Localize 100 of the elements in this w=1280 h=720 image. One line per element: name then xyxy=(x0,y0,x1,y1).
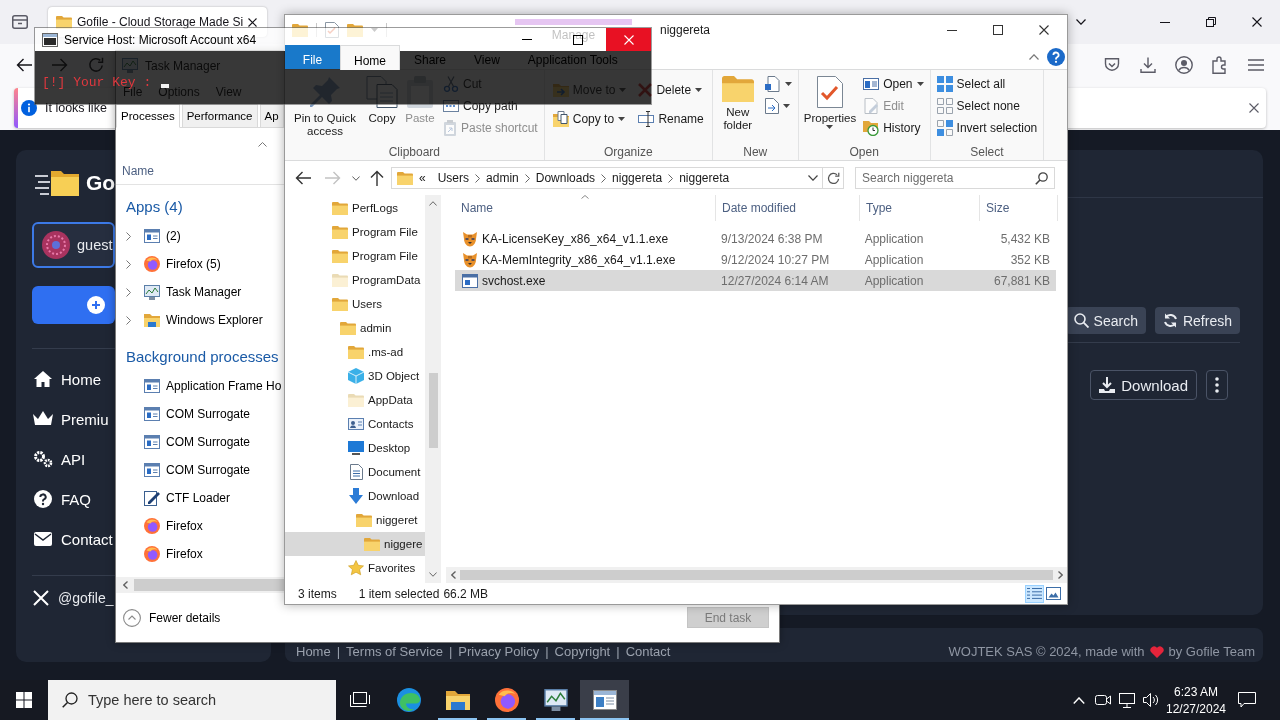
file-row[interactable]: KA-LicenseKey_x86_x64_v1.1.exe 9/13/2024 6:38 PM Application 5,432 KB xyxy=(455,228,1056,249)
action-button[interactable]: Refresh xyxy=(1154,307,1240,334)
account-icon[interactable] xyxy=(1175,56,1193,74)
task-view-icon[interactable] xyxy=(350,692,370,708)
speech-bubble-icon[interactable] xyxy=(1238,692,1256,708)
footer-link[interactable]: Terms of Service xyxy=(346,644,443,659)
chevron-down-icon[interactable] xyxy=(808,175,818,181)
scrollbar-thumb[interactable] xyxy=(428,373,438,448)
menu-icon[interactable] xyxy=(1248,59,1264,71)
tree-item[interactable]: admin xyxy=(285,316,425,340)
ribbon-button[interactable]: Select none xyxy=(933,95,1041,117)
tree-item[interactable]: .ms-ad xyxy=(285,340,425,364)
chevron-right-icon[interactable] xyxy=(524,173,530,183)
tab[interactable]: Processes xyxy=(116,104,180,128)
scrollbar-thumb[interactable] xyxy=(134,579,284,591)
ribbon-button[interactable]: Properties xyxy=(801,76,859,143)
close-icon[interactable] xyxy=(1249,103,1259,113)
column-header[interactable]: Type xyxy=(866,201,892,215)
tree-item[interactable]: Program File xyxy=(285,220,425,244)
tree-item[interactable]: Contacts xyxy=(285,412,425,436)
ribbon-button[interactable]: Copy to xyxy=(547,104,632,133)
expand-chevron-icon[interactable] xyxy=(125,315,131,325)
tree-item[interactable]: PerfLogs xyxy=(285,196,425,220)
close-icon[interactable] xyxy=(1039,25,1049,35)
tree-item[interactable]: niggeret xyxy=(285,508,425,532)
ribbon-button[interactable]: New folder xyxy=(715,76,760,143)
address-bar[interactable]: « Users admin Downloads niggereta niggereta xyxy=(391,167,823,189)
file-row[interactable]: svchost.exe 12/27/2024 6:14 AM Application 67,881 KB xyxy=(455,270,1056,291)
social-link[interactable]: @gofile_ xyxy=(32,587,114,609)
scroll-right-icon[interactable] xyxy=(1057,571,1063,579)
column-header[interactable]: Name xyxy=(122,164,154,178)
maximize-icon[interactable] xyxy=(993,25,1003,35)
footer-link[interactable]: Copyright xyxy=(554,644,611,659)
minimize-icon[interactable] xyxy=(521,39,532,40)
nav-link[interactable]: Premiu xyxy=(32,399,109,439)
expand-chevron-icon[interactable] xyxy=(125,259,131,269)
shield-icon[interactable] xyxy=(1104,57,1120,73)
scroll-left-icon[interactable] xyxy=(450,571,456,579)
ribbon-tab[interactable]: File xyxy=(285,45,340,69)
tree-item[interactable]: Favorites xyxy=(285,556,425,580)
breadcrumb[interactable]: niggereta xyxy=(606,171,669,185)
puzzle-icon[interactable] xyxy=(1212,56,1228,74)
restore-icon[interactable] xyxy=(1206,17,1216,27)
tree-item[interactable]: Download xyxy=(285,484,425,508)
chevron-right-icon[interactable] xyxy=(475,173,481,183)
breadcrumb[interactable]: Users xyxy=(431,171,476,185)
monitor-outline-icon[interactable] xyxy=(1119,692,1135,708)
column-header[interactable]: Date modified xyxy=(722,201,797,215)
search-field[interactable]: Type here to search xyxy=(48,680,336,720)
close-icon[interactable] xyxy=(1252,17,1262,27)
scroll-up-icon[interactable] xyxy=(429,201,437,206)
nav-link[interactable]: Home xyxy=(32,359,101,399)
scrollbar-thumb[interactable] xyxy=(460,570,1053,580)
camera-icon[interactable] xyxy=(1095,693,1111,707)
ribbon-button[interactable]: Select all xyxy=(933,73,1041,95)
ribbon-tab[interactable]: Home xyxy=(340,45,400,70)
scroll-left-icon[interactable] xyxy=(122,581,128,589)
view-button[interactable] xyxy=(1025,584,1044,603)
expand-chevron-icon[interactable] xyxy=(125,231,131,241)
tree-item[interactable]: AppData xyxy=(285,388,425,412)
expand-chevron-icon[interactable] xyxy=(125,287,131,297)
nav-link[interactable]: API xyxy=(32,439,86,479)
taskbar-button[interactable] xyxy=(580,680,629,720)
tree-item[interactable]: niggere xyxy=(285,532,425,556)
more-button[interactable] xyxy=(1206,370,1228,400)
file-row[interactable]: KA-MemIntegrity_x86_x64_v1.1.exe 9/12/2024 10:27 PM Application 352 KB xyxy=(455,249,1056,270)
tree-item[interactable]: Desktop xyxy=(285,436,425,460)
footer-link[interactable]: Contact xyxy=(625,644,671,659)
breadcrumb[interactable]: niggereta xyxy=(673,171,736,185)
tree-item[interactable]: 3D Object xyxy=(285,364,425,388)
chevron-right-icon[interactable] xyxy=(601,173,607,183)
back-arrow-icon[interactable] xyxy=(16,58,32,72)
plus-button[interactable] xyxy=(32,286,115,324)
tab[interactable]: Ap xyxy=(259,104,284,128)
up-arrow-icon[interactable] xyxy=(370,170,384,186)
tree-item[interactable]: Program File xyxy=(285,244,425,268)
tree-item[interactable]: Users xyxy=(285,292,425,316)
tab[interactable]: Performance xyxy=(181,104,258,128)
fewer-details-button[interactable]: Fewer details xyxy=(123,608,221,627)
download-icon[interactable] xyxy=(1140,57,1156,73)
nav-link[interactable]: Contact xyxy=(32,519,113,559)
ribbon-button[interactable]: History xyxy=(860,117,927,139)
view-button[interactable] xyxy=(1044,584,1063,603)
nav-link[interactable]: FAQ xyxy=(32,479,91,519)
scroll-down-icon[interactable] xyxy=(429,572,437,577)
clock-time[interactable]: 6:23 AM xyxy=(1174,684,1218,699)
help-icon[interactable] xyxy=(1047,48,1065,66)
download-button[interactable]: Download xyxy=(1090,370,1197,400)
speaker-icon[interactable] xyxy=(1143,693,1159,707)
back-arrow-icon[interactable] xyxy=(295,171,311,185)
minimize-icon[interactable] xyxy=(1160,21,1170,23)
column-header[interactable]: Name xyxy=(461,201,493,215)
breadcrumb[interactable]: Downloads xyxy=(529,171,602,185)
user-card[interactable]: guest xyxy=(32,222,115,268)
column-header[interactable]: Size xyxy=(986,201,1010,215)
footer-link[interactable]: Home xyxy=(296,644,331,659)
breadcrumb-overflow[interactable]: « xyxy=(413,171,432,185)
chevron-down-icon[interactable] xyxy=(1076,19,1086,25)
clock-date[interactable]: 12/27/2024 xyxy=(1165,701,1227,716)
ribbon-button[interactable]: Invert selection xyxy=(933,117,1041,139)
